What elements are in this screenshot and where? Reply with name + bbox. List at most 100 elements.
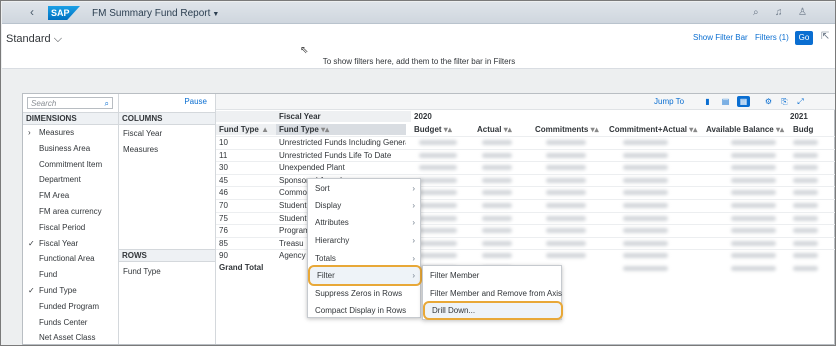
fullscreen-icon[interactable]: ⤢	[794, 96, 807, 107]
commitments-header[interactable]: Commitments ▾▴	[532, 124, 604, 135]
dimension-item[interactable]: Functional Area	[23, 251, 95, 267]
submenu-item[interactable]: Drill Down...	[423, 301, 563, 320]
redacted-value	[482, 240, 512, 246]
search-input[interactable]: Search ⌕	[27, 97, 113, 109]
row-item-fund-type[interactable]: Fund Type	[123, 267, 161, 276]
fund-type-code[interactable]: 30	[216, 162, 276, 173]
redacted-value	[731, 177, 776, 183]
menu-item-label: Sort	[315, 184, 330, 193]
dimension-item[interactable]: Commitment Item	[23, 157, 102, 173]
filter-submenu: Filter Member Filter Member and Remove fr…	[422, 265, 563, 320]
actual-header[interactable]: Actual ▾▴	[474, 124, 529, 135]
dimension-item[interactable]: ✓ Fund Type	[23, 283, 77, 299]
fund-type-code[interactable]: 85	[216, 238, 276, 249]
redacted-value	[623, 190, 668, 196]
fund-type-code[interactable]: 45	[216, 175, 276, 186]
go-button[interactable]: Go	[795, 31, 813, 45]
fund-type-code[interactable]: 46	[216, 187, 276, 198]
context-menu-item[interactable]: Display ›	[308, 197, 420, 214]
context-menu-item[interactable]: Compact Display in Rows	[308, 302, 420, 319]
dimension-item[interactable]: Fiscal Period	[23, 220, 85, 236]
available-balance-header[interactable]: Available Balance ▾▴	[703, 124, 787, 135]
submenu-item[interactable]: Filter Member	[423, 267, 561, 284]
dimension-item[interactable]: Funded Program	[23, 299, 99, 315]
search-icon[interactable]: ⌕	[105, 98, 109, 109]
redacted-value	[419, 140, 457, 145]
redacted-value	[546, 215, 586, 221]
variant-selector[interactable]: Standard ⌵	[6, 33, 62, 46]
submenu-item[interactable]: Filter Member and Remove from Axis	[423, 285, 562, 302]
rows-title: ROWS	[119, 249, 215, 262]
dimension-label: FM Area	[39, 191, 70, 201]
search-icon[interactable]: ⌕	[753, 7, 759, 18]
back-button[interactable]: ‹	[30, 5, 34, 19]
dimension-item[interactable]: Department	[23, 172, 81, 188]
pause-link[interactable]: Pause	[184, 97, 207, 106]
chart-table-icon[interactable]: ▤	[719, 96, 732, 107]
redacted-value	[546, 203, 586, 208]
column-item-fiscal-year[interactable]: Fiscal Year	[123, 129, 162, 138]
redacted-value	[546, 240, 586, 246]
context-menu-item[interactable]: Suppress Zeros in Rows	[308, 285, 420, 302]
dimension-item[interactable]: › Measures	[23, 125, 74, 141]
dimension-item[interactable]: ✓ Fiscal Year	[23, 236, 78, 252]
redacted-value	[793, 253, 818, 259]
sort-icon: ▾▴	[503, 125, 512, 134]
sap-logo[interactable]: SAP	[48, 6, 80, 20]
bar-chart-icon[interactable]: ▮	[701, 96, 714, 107]
year-2020-header: 2020	[414, 112, 432, 121]
settings-icon[interactable]: ⚙	[762, 96, 775, 107]
dimension-item[interactable]: Net Asset Class	[23, 330, 95, 345]
context-menu-item[interactable]: Attributes ›	[308, 214, 420, 231]
redacted-value	[546, 228, 586, 234]
fund-type-name[interactable]: Unexpended Plant	[276, 162, 406, 173]
fund-type-code[interactable]: 76	[216, 225, 276, 236]
table-icon[interactable]: ▦	[737, 96, 750, 107]
dimension-item[interactable]: FM area currency	[23, 204, 102, 220]
column-item-measures[interactable]: Measures	[123, 145, 158, 154]
redacted-value	[482, 190, 512, 196]
redacted-value	[482, 215, 512, 221]
fund-type-code[interactable]: 75	[216, 213, 276, 224]
fund-type-text-header[interactable]: Fund Type ▾▴	[276, 124, 406, 135]
context-menu-item[interactable]: Hierarchy ›	[308, 232, 420, 249]
notifications-icon[interactable]: ♫	[775, 7, 783, 18]
context-menu-item[interactable]: Sort ›	[308, 180, 420, 197]
redacted-value	[546, 165, 586, 171]
fund-type-code[interactable]: 90	[216, 250, 276, 261]
commitment-actual-header[interactable]: Commitment+Actual ▾▴	[606, 124, 700, 135]
budget-header[interactable]: Budget ▾▴	[411, 124, 471, 135]
jump-to-link[interactable]: Jump To	[654, 97, 684, 106]
dimension-label: Fund	[39, 270, 58, 280]
context-menu-item[interactable]: Totals ›	[308, 250, 420, 267]
fund-type-code[interactable]: 70	[216, 200, 276, 211]
dimension-item[interactable]: FM Area	[23, 188, 69, 204]
user-icon[interactable]: ♙	[798, 7, 807, 18]
show-filter-bar-button[interactable]: Show Filter Bar	[693, 33, 748, 42]
redacted-value	[731, 203, 776, 208]
layout-panel: Pause COLUMNS Fiscal Year Measures ROWS …	[119, 94, 216, 344]
fund-type-code[interactable]: 10	[216, 137, 276, 148]
dimension-item[interactable]: Fund	[23, 267, 57, 283]
fund-type-name[interactable]: Unrestricted Funds Life To Date	[276, 150, 406, 161]
dimension-item[interactable]: Business Area	[23, 141, 90, 157]
fund-type-header-label: Fund Type	[219, 125, 259, 134]
export-icon[interactable]: ⎘	[778, 96, 791, 107]
fund-type-name[interactable]: Unrestricted Funds Including Genera	[276, 137, 406, 148]
redacted-total	[731, 266, 776, 271]
app-title-menu[interactable]: FM Summary Fund Report ▼	[92, 8, 219, 19]
redacted-value	[482, 165, 512, 171]
redacted-value	[793, 240, 818, 246]
fund-type-column-header[interactable]: Fund Type ▲	[216, 124, 276, 135]
redacted-value	[482, 203, 512, 208]
fund-type-code[interactable]: 11	[216, 150, 276, 161]
redacted-value	[419, 240, 457, 246]
redacted-value	[793, 190, 818, 196]
filters-button[interactable]: Filters (1)	[755, 33, 789, 42]
budget-2021-header[interactable]: Budg	[790, 124, 828, 135]
dimension-item[interactable]: Funds Center	[23, 315, 87, 331]
redacted-value	[482, 152, 512, 158]
share-icon[interactable]: ⇱	[821, 31, 829, 42]
context-menu-item[interactable]: Filter ›	[308, 265, 422, 286]
commitments-header-label: Commitments	[535, 125, 589, 134]
